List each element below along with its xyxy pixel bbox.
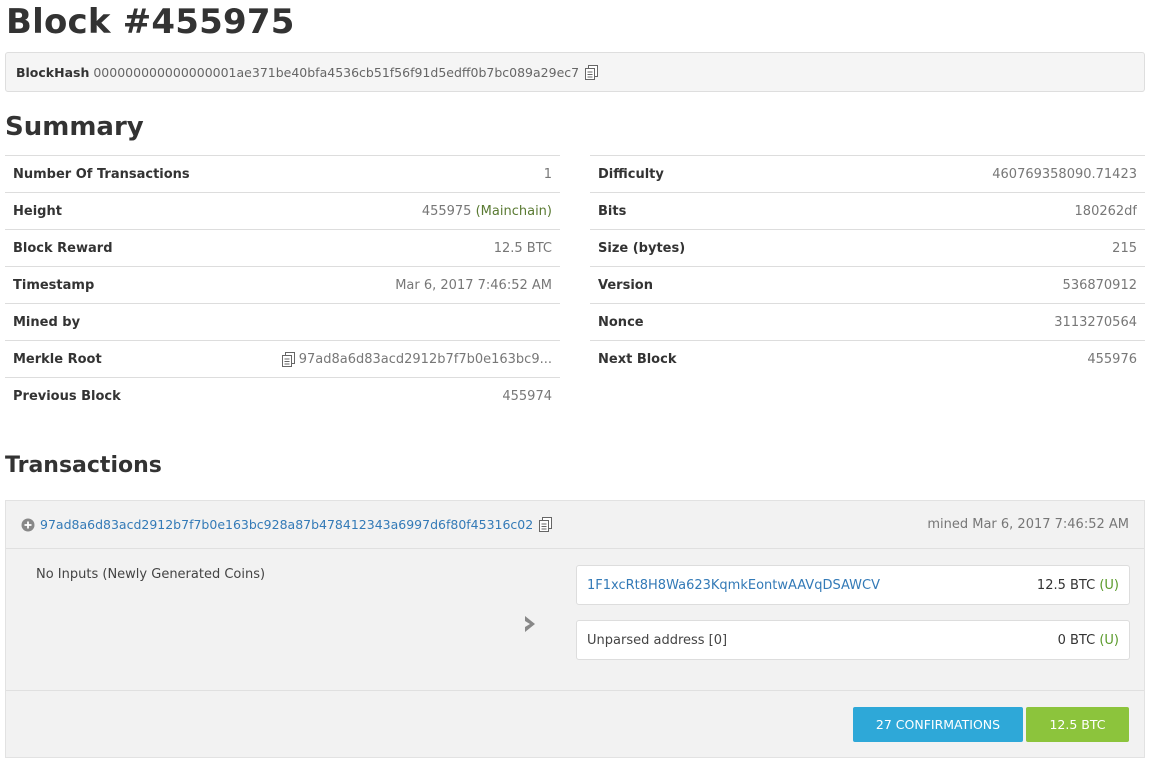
transaction-header: 97ad8a6d83acd2912b7f7b0e163bc928a87b4784… bbox=[6, 501, 1144, 549]
chevron-right-icon bbox=[525, 616, 535, 632]
summary-row: Size (bytes) 215 bbox=[590, 229, 1145, 266]
summary-table-left: Number Of Transactions 1 Height 455975 (… bbox=[5, 155, 560, 414]
summary-row: Previous Block 455974 bbox=[5, 377, 560, 414]
summary-row: Number Of Transactions 1 bbox=[5, 155, 560, 192]
summary-row: Block Reward 12.5 BTC bbox=[5, 229, 560, 266]
summary-key: Nonce bbox=[598, 314, 644, 330]
transaction-card: 97ad8a6d83acd2912b7f7b0e163bc928a87b4784… bbox=[5, 500, 1145, 758]
summary-key: Size (bytes) bbox=[598, 240, 686, 256]
output-amount-value: 0 BTC bbox=[1057, 632, 1096, 648]
total-amount-button[interactable]: 12.5 BTC bbox=[1026, 707, 1129, 742]
summary-key: Height bbox=[13, 203, 62, 219]
output-amount: 0 BTC (U) bbox=[1058, 633, 1119, 648]
merkle-root-value: 97ad8a6d83acd2912b7f7b0e163bc9... bbox=[298, 351, 552, 367]
output-row: Unparsed address [0] 0 BTC (U) bbox=[576, 620, 1130, 660]
output-amount: 12.5 BTC (U) bbox=[1037, 578, 1119, 593]
plus-circle-icon[interactable] bbox=[21, 518, 35, 532]
summary-key: Mined by bbox=[13, 314, 81, 330]
copy-icon[interactable] bbox=[585, 64, 599, 80]
summary-value: 97ad8a6d83acd2912b7f7b0e163bc9... bbox=[281, 351, 552, 367]
previous-block-link[interactable]: 455974 bbox=[502, 389, 552, 404]
summary-key: Previous Block bbox=[13, 388, 121, 404]
summary-value: 536870912 bbox=[1062, 277, 1137, 293]
summary-row: Timestamp Mar 6, 2017 7:46:52 AM bbox=[5, 266, 560, 303]
summary-heading: Summary bbox=[5, 112, 144, 142]
summary-key: Difficulty bbox=[598, 166, 664, 182]
unspent-flag: (U) bbox=[1099, 632, 1119, 648]
blockhash-label: BlockHash bbox=[16, 64, 90, 80]
summary-key: Version bbox=[598, 277, 653, 293]
summary-key: Number Of Transactions bbox=[13, 166, 190, 182]
summary-key: Next Block bbox=[598, 351, 677, 367]
output-row: 1F1xcRt8H8Wa623KqmkEontwAAVqDSAWCV 12.5 … bbox=[576, 565, 1130, 605]
summary-key: Block Reward bbox=[13, 240, 113, 256]
confirmations-button[interactable]: 27 CONFIRMATIONS bbox=[853, 707, 1023, 742]
summary-table-right: Difficulty 460769358090.71423 Bits 18026… bbox=[590, 155, 1145, 377]
mainchain-label: (Mainchain) bbox=[475, 203, 552, 219]
summary-value: 12.5 BTC bbox=[493, 240, 552, 256]
summary-key: Timestamp bbox=[13, 277, 95, 293]
output-address-link[interactable]: 1F1xcRt8H8Wa623KqmkEontwAAVqDSAWCV bbox=[587, 578, 880, 593]
summary-value: 1 bbox=[543, 166, 552, 182]
blockhash-box: BlockHash 000000000000000001ae371be40bfa… bbox=[5, 52, 1145, 92]
txid-link[interactable]: 97ad8a6d83acd2912b7f7b0e163bc928a87b4784… bbox=[40, 517, 533, 532]
summary-row: Nonce 3113270564 bbox=[590, 303, 1145, 340]
summary-value: 215 bbox=[1112, 240, 1137, 256]
summary-value: 180262df bbox=[1074, 203, 1137, 219]
blockhash-value: 000000000000000001ae371be40bfa4536cb51f5… bbox=[93, 64, 580, 80]
summary-row: Height 455975 (Mainchain) bbox=[5, 192, 560, 229]
height-value: 455975 bbox=[421, 203, 472, 219]
summary-key: Merkle Root bbox=[13, 351, 102, 367]
transactions-heading: Transactions bbox=[5, 453, 162, 478]
mined-timestamp: mined Mar 6, 2017 7:46:52 AM bbox=[927, 517, 1129, 532]
output-amount-value: 12.5 BTC bbox=[1036, 577, 1096, 593]
summary-value: Mar 6, 2017 7:46:52 AM bbox=[395, 277, 552, 293]
summary-row: Difficulty 460769358090.71423 bbox=[590, 155, 1145, 192]
summary-value: 460769358090.71423 bbox=[992, 166, 1137, 182]
summary-row: Merkle Root 97ad8a6d83acd2912b7f7b0e163b… bbox=[5, 340, 560, 377]
summary-key: Bits bbox=[598, 203, 627, 219]
summary-row: Version 536870912 bbox=[590, 266, 1145, 303]
output-address: Unparsed address [0] bbox=[587, 632, 728, 648]
summary-value: 455975 (Mainchain) bbox=[422, 204, 552, 219]
no-inputs-text: No Inputs (Newly Generated Coins) bbox=[36, 567, 266, 582]
summary-row: Mined by bbox=[5, 303, 560, 340]
summary-row: Bits 180262df bbox=[590, 192, 1145, 229]
unspent-flag: (U) bbox=[1099, 577, 1119, 593]
summary-value: 3113270564 bbox=[1054, 314, 1137, 330]
copy-icon[interactable] bbox=[281, 351, 295, 367]
copy-icon[interactable] bbox=[539, 517, 553, 532]
summary-row: Next Block 455976 bbox=[590, 340, 1145, 377]
page-title: Block #455975 bbox=[6, 2, 295, 42]
next-block-link[interactable]: 455976 bbox=[1087, 352, 1137, 367]
